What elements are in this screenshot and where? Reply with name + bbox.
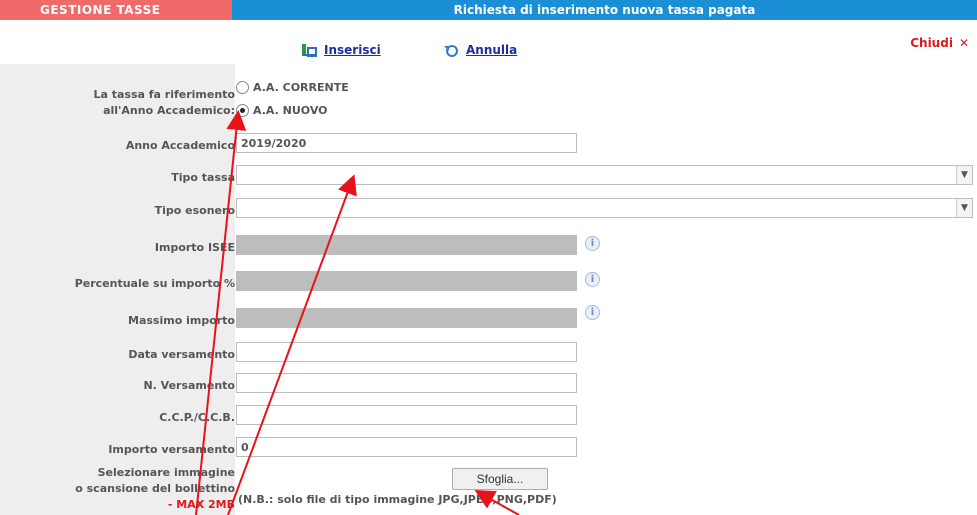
importo-isee-input [236,235,577,255]
data-versamento-input[interactable] [236,342,577,362]
importo-versamento-label: Importo versamento [108,443,235,456]
undo-icon [444,45,458,57]
chevron-down-icon[interactable]: ▼ [956,199,972,217]
radio-nuovo-circle[interactable] [236,104,249,117]
close-label: Chiudi [910,36,953,50]
info-icon[interactable]: i [585,236,600,251]
anno-riferimento-label: La tassa fa riferimento all'Anno Accadem… [93,87,235,119]
insert-label: Inserisci [324,43,381,57]
cancel-label: Annulla [466,43,518,57]
chevron-down-icon[interactable]: ▼ [956,166,972,184]
tipo-tassa-select[interactable]: ▼ [236,165,973,185]
radio-corrente-circle[interactable] [236,81,249,94]
file-upload-label: Selezionare immagine o scansione del bol… [75,465,235,513]
ccp-input[interactable] [236,405,577,425]
data-versamento-label: Data versamento [128,348,235,361]
insert-button[interactable]: Inserisci [300,42,381,58]
info-icon[interactable]: i [585,305,600,320]
section-title: GESTIONE TASSE [0,0,232,20]
importo-isee-label: Importo ISEE [154,241,235,254]
massimo-importo-label: Massimo importo [128,314,235,327]
anno-riferimento-label-line2: all'Anno Accademico: [103,104,235,117]
page-title: Richiesta di inserimento nuova tassa pag… [453,3,756,17]
cancel-button[interactable]: Annulla [442,42,517,58]
tipo-esonero-select[interactable]: ▼ [236,198,973,218]
radio-aa-corrente[interactable]: A.A. CORRENTE [236,81,349,94]
info-icon[interactable]: i [585,272,600,287]
file-label-line2: o scansione del bollettino [75,482,235,495]
file-label-line1: Selezionare immagine [97,466,235,479]
radio-aa-nuovo[interactable]: A.A. NUOVO [236,104,328,117]
radio-nuovo-label: A.A. NUOVO [253,104,328,117]
file-type-note: (N.B.: solo file di tipo immagine JPG,JP… [238,493,557,506]
ccp-label: C.C.P./C.C.B. [159,411,235,424]
percentuale-label: Percentuale su importo % [74,277,235,290]
file-size-limit: - MAX 2MB [167,498,235,511]
importo-versamento-input[interactable]: 0 [236,437,577,457]
percentuale-input [236,271,577,291]
close-button[interactable]: Chiudi ✕ [910,36,969,50]
insert-icon [302,44,317,57]
tipo-esonero-label: Tipo esonero [154,204,235,217]
tipo-tassa-label: Tipo tassa [171,171,235,184]
massimo-importo-input [236,308,577,328]
n-versamento-input[interactable] [236,373,577,393]
close-icon: ✕ [958,36,969,50]
browse-button[interactable]: Sfoglia... [452,468,548,490]
n-versamento-label: N. Versamento [143,379,235,392]
title-bar: GESTIONE TASSE Richiesta di inserimento … [0,0,977,20]
radio-corrente-label: A.A. CORRENTE [253,81,349,94]
anno-accademico-label: Anno Accademico [125,139,235,152]
anno-riferimento-label-line1: La tassa fa riferimento [93,88,235,101]
anno-accademico-input[interactable]: 2019/2020 [236,133,577,153]
toolbar: Inserisci Annulla Chiudi ✕ [0,20,977,64]
